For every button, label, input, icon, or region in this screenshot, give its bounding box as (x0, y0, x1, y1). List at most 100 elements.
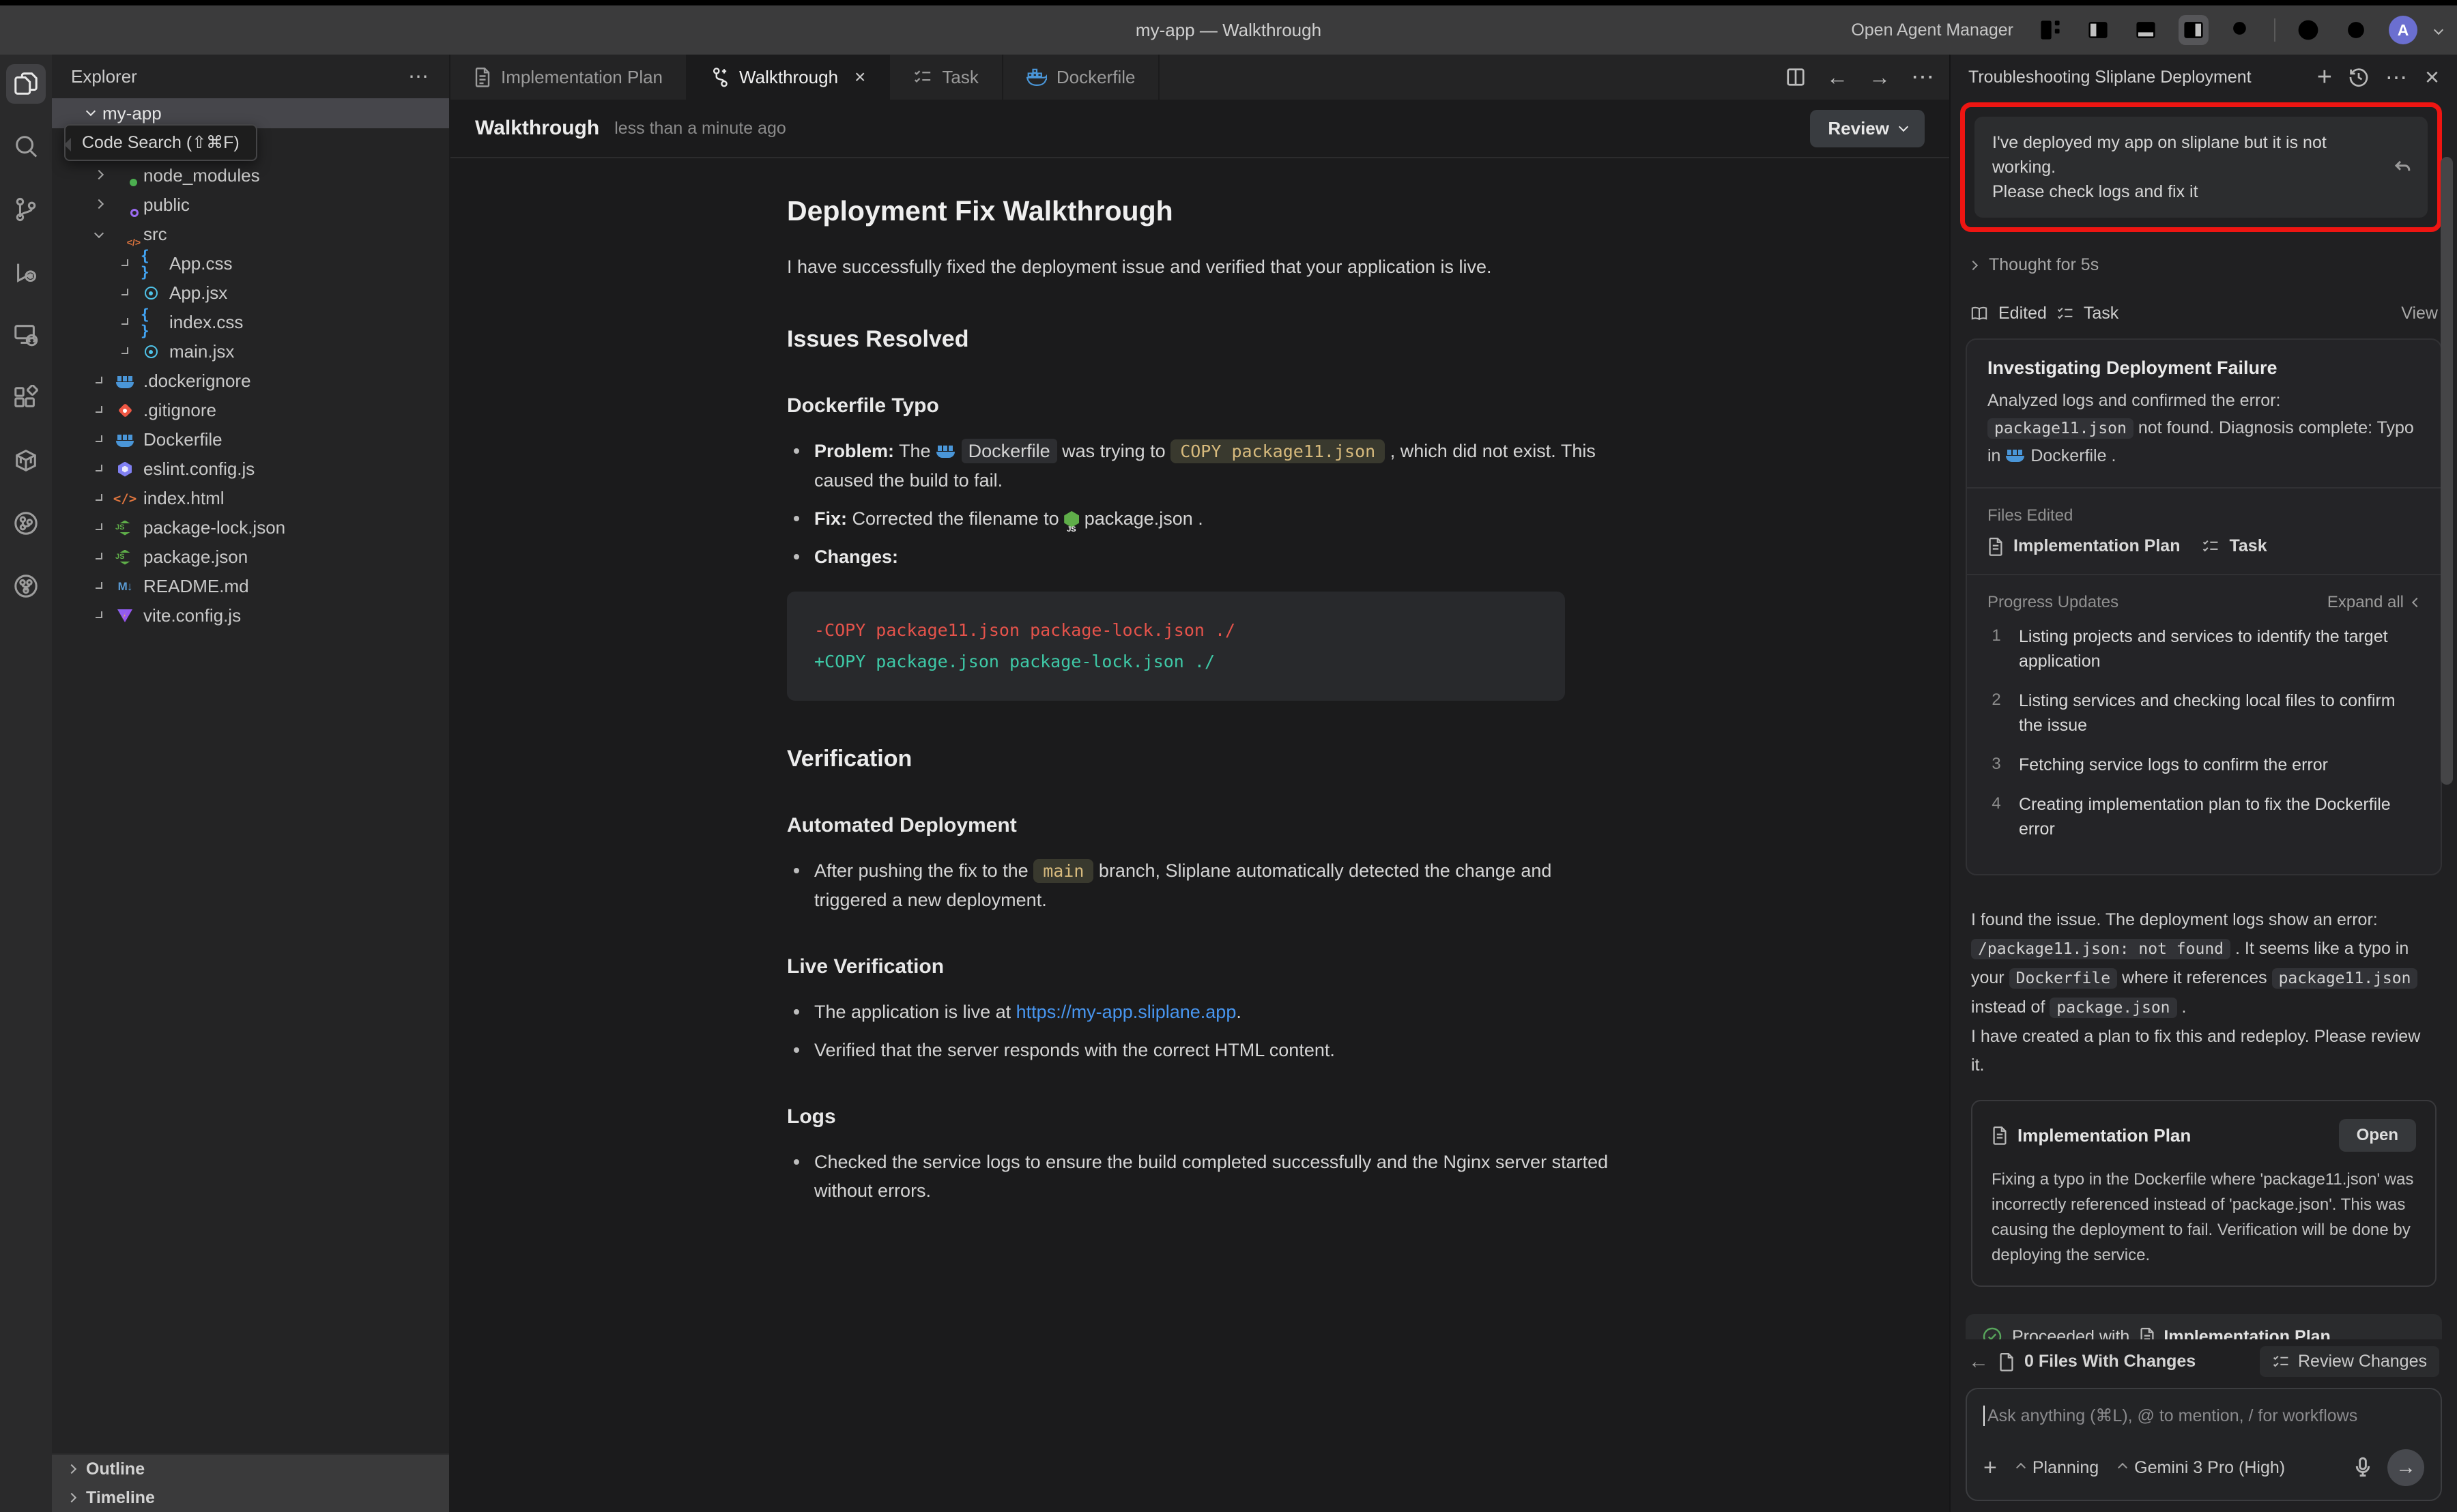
file-icon (115, 577, 135, 596)
tree-item[interactable]: .gitignore (52, 396, 449, 425)
tree-item[interactable]: index.html (52, 484, 449, 513)
step-number: 1 (1987, 624, 2005, 673)
file-icon (115, 225, 135, 244)
chat-scroll-area[interactable]: I've deployed my app on sliplane but it … (1951, 100, 2457, 1339)
file-name: App.jsx (169, 282, 227, 304)
bullet-live-verified: Verified that the server responds with t… (787, 1036, 1613, 1064)
extensions-icon[interactable] (6, 378, 46, 418)
tree-item[interactable]: node_modules (52, 161, 449, 190)
repo-fork-circle-icon[interactable] (6, 566, 46, 606)
close-tab-icon[interactable]: × (854, 66, 865, 88)
tab-task[interactable]: Task (890, 55, 1003, 100)
file-name: vite.config.js (143, 605, 241, 626)
composer-placeholder[interactable]: Ask anything (⌘L), @ to mention, / for w… (1987, 1406, 2357, 1426)
view-button[interactable]: View (2401, 304, 2438, 323)
proceeded-plan-label[interactable]: Implementation Plan (2164, 1327, 2330, 1340)
file-icon (141, 284, 161, 303)
step-number: 4 (1987, 792, 2005, 841)
account-chevron-down-icon[interactable] (2434, 25, 2443, 35)
tree-item[interactable]: package.json (52, 542, 449, 572)
open-plan-button[interactable]: Open (2339, 1119, 2416, 1152)
settings-gear-icon[interactable] (2341, 15, 2371, 45)
file-name: .dockerignore (143, 370, 251, 392)
chat-composer[interactable]: Ask anything (⌘L), @ to mention, / for w… (1966, 1388, 2442, 1501)
repo-circle-icon[interactable] (6, 504, 46, 543)
tree-item[interactable]: vite.config.js (52, 601, 449, 630)
explorer-icon[interactable] (6, 64, 46, 104)
timeline-section[interactable]: Timeline (52, 1483, 449, 1512)
file-edited-implementation-plan[interactable]: Implementation Plan (2013, 536, 2180, 556)
review-button[interactable]: Review (1810, 110, 1925, 147)
tree-item[interactable]: public (52, 190, 449, 220)
back-arrow-icon[interactable]: ← (1968, 1350, 1989, 1373)
mode-selector[interactable]: Planning (2017, 1458, 2099, 1478)
tree-item[interactable]: App.css (52, 249, 449, 278)
search-icon[interactable] (2226, 15, 2256, 45)
user-avatar[interactable]: A (2389, 16, 2417, 44)
editor-area: Implementation Plan Walkthrough × Task D… (450, 55, 1949, 1512)
step-number: 3 (1987, 753, 2005, 777)
thought-row-1[interactable]: Thought for 5s (1970, 255, 2438, 275)
window-top-strip (0, 0, 2457, 5)
tree-item[interactable]: index.css (52, 308, 449, 337)
restore-checkpoint-icon[interactable] (2392, 157, 2413, 177)
navigate-forward-icon[interactable]: → (1869, 65, 1891, 90)
tree-item[interactable]: README.md (52, 572, 449, 601)
navigate-back-icon[interactable]: ← (1826, 65, 1848, 90)
source-control-icon[interactable] (6, 190, 46, 229)
editor-more-icon[interactable]: ⋯ (1911, 63, 1936, 91)
tree-item[interactable]: eslint.config.js (52, 454, 449, 484)
remote-explorer-icon[interactable] (6, 315, 46, 355)
browser-icon[interactable] (2293, 15, 2323, 45)
file-icon (115, 401, 135, 420)
file-icon (115, 460, 135, 479)
files-edited-label: Files Edited (1987, 506, 2420, 525)
toggle-right-panel-icon[interactable] (2179, 15, 2209, 45)
sidebar-more-icon[interactable]: ⋯ (408, 65, 430, 89)
diff-code-block: -COPY package11.json package-lock.json .… (787, 592, 1565, 701)
bullet-fix: Fix: Corrected the filename to package.j… (787, 504, 1613, 533)
layout-grid-icon[interactable] (2035, 15, 2065, 45)
model-selector[interactable]: Gemini 3 Pro (High) (2119, 1458, 2285, 1478)
toggle-bottom-panel-icon[interactable] (2131, 15, 2161, 45)
new-chat-icon[interactable]: + (2317, 64, 2332, 90)
run-debug-icon[interactable] (6, 252, 46, 292)
send-button[interactable]: → (2387, 1449, 2424, 1486)
tab-dockerfile[interactable]: Dockerfile (1003, 55, 1160, 100)
assistant-message-p1: I found the issue. The deployment logs s… (1971, 905, 2437, 1022)
progress-updates-label: Progress Updates (1987, 593, 2118, 612)
edited-label: Edited (1998, 304, 2047, 323)
file-name: package-lock.json (143, 517, 285, 538)
attach-plus-icon[interactable]: + (1983, 1455, 1997, 1481)
tree-item[interactable]: src (52, 220, 449, 249)
tree-item[interactable]: package-lock.json (52, 513, 449, 542)
tree-item[interactable]: App.jsx (52, 278, 449, 308)
edited-task-row[interactable]: Edited Task View (1970, 304, 2438, 323)
doc-h3-live: Live Verification (787, 953, 1613, 981)
review-changes-button[interactable]: Review Changes (2260, 1346, 2439, 1377)
file-edited-task[interactable]: Task (2229, 536, 2267, 556)
code-search-icon[interactable] (6, 127, 46, 166)
expand-all-button[interactable]: Expand all (2327, 593, 2420, 612)
chat-close-icon[interactable]: × (2425, 65, 2439, 89)
tree-item[interactable]: .dockerignore (52, 366, 449, 396)
chat-scrollbar[interactable] (2441, 157, 2453, 785)
chat-history-icon[interactable] (2348, 67, 2369, 87)
outline-section[interactable]: Outline (52, 1455, 449, 1483)
chat-bottom-area: ← 0 Files With Changes Review Changes As… (1951, 1339, 2457, 1512)
tab-implementation-plan[interactable]: Implementation Plan (450, 55, 687, 100)
split-editor-icon[interactable] (1785, 67, 1806, 87)
container-icon[interactable] (6, 441, 46, 480)
code-search-tooltip: Code Search (⇧⌘F) (64, 124, 257, 161)
open-agent-manager-button[interactable]: Open Agent Manager (1851, 20, 2013, 40)
tab-walkthrough[interactable]: Walkthrough × (687, 55, 890, 100)
microphone-icon[interactable] (2353, 1457, 2372, 1479)
chat-more-icon[interactable]: ⋯ (2385, 64, 2409, 90)
book-icon (1970, 305, 1989, 323)
tree-item[interactable]: main.jsx (52, 337, 449, 366)
tree-item[interactable]: Dockerfile (52, 425, 449, 454)
check-circle-icon (1982, 1326, 2002, 1339)
task-card-title: Investigating Deployment Failure (1987, 358, 2420, 379)
toggle-left-panel-icon[interactable] (2083, 15, 2113, 45)
docker-icon (1026, 68, 1047, 86)
